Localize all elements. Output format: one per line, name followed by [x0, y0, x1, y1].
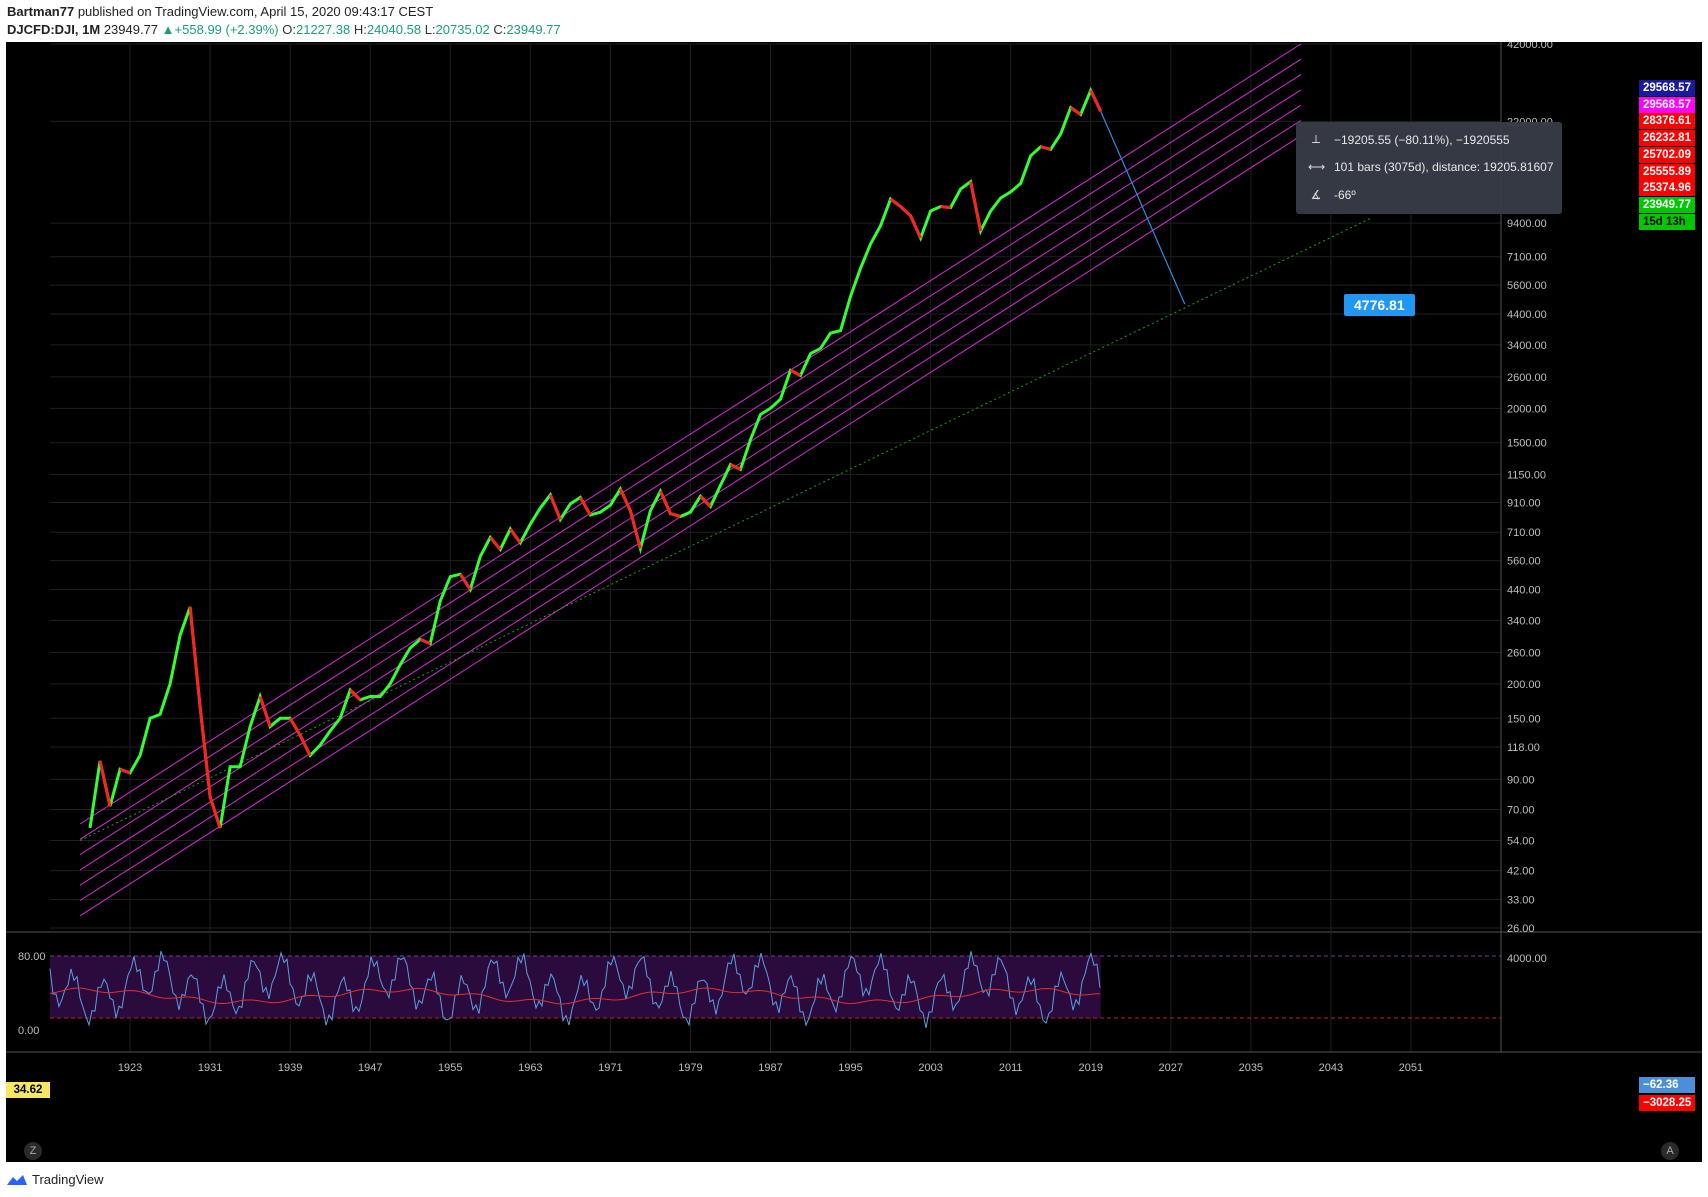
x-tick-label: 1979	[678, 1062, 702, 1074]
auto-scale-button[interactable]: A	[1661, 1142, 1679, 1160]
oscillator-tick-label: 0.00	[18, 1025, 39, 1037]
y-tick-label: 560.00	[1507, 556, 1541, 568]
publish-info: Bartman77 published on TradingView.com, …	[7, 4, 433, 19]
price-change: +558.99 (+2.39%)	[174, 22, 279, 37]
last-price: 23949.77	[103, 22, 159, 37]
oscillator-tick-label: 4000.00	[1507, 953, 1547, 965]
y-tick-label: 118.00	[1507, 742, 1540, 754]
x-tick-label: 1955	[438, 1062, 462, 1074]
decline-segment	[940, 205, 951, 210]
x-tick-label: 2027	[1159, 1062, 1183, 1074]
price-label: 25374.96	[1639, 180, 1695, 197]
x-tick-label: 2043	[1319, 1062, 1343, 1074]
oscillator-band	[50, 956, 1101, 1018]
x-tick-label: 1995	[838, 1062, 862, 1074]
symbol-name: DJCFD:DJI, 1M	[7, 22, 101, 37]
target-price-badge: 4776.81	[1344, 294, 1415, 316]
low-label: L:	[424, 22, 436, 37]
y-tick-label: 54.00	[1507, 836, 1535, 848]
price-label: 25702.09	[1639, 146, 1695, 163]
high-value: 24040.58	[366, 22, 422, 37]
price-label: 15d 13h	[1639, 213, 1695, 230]
oscillator-right-label-2: −3028.25	[1639, 1095, 1695, 1111]
close-label: C:	[493, 22, 507, 37]
brand-name: TradingView	[32, 1172, 104, 1187]
price-label: 26232.81	[1639, 130, 1695, 147]
published-text: published on TradingView.com, April 15, …	[77, 4, 434, 19]
x-tick-label: 2035	[1239, 1062, 1263, 1074]
y-tick-label: 42000.00	[1507, 42, 1553, 51]
y-tick-label: 5600.00	[1507, 280, 1547, 292]
zoom-reset-button[interactable]: Z	[24, 1142, 42, 1160]
angle-icon: ∡	[1310, 188, 1322, 202]
symbol-info: DJCFD:DJI, 1M 23949.77 ▲+558.99 (+2.39%)…	[7, 22, 561, 37]
price-label: 28376.61	[1639, 113, 1695, 130]
y-tick-label: 90.00	[1507, 774, 1535, 786]
y-tick-label: 70.00	[1507, 804, 1535, 816]
price-range-text: −19205.55 (−80.11%), −1920555	[1334, 132, 1510, 147]
y-tick-label: 340.00	[1507, 615, 1541, 627]
price-label: 25555.89	[1639, 163, 1695, 180]
x-tick-label: 1963	[518, 1062, 542, 1074]
tradingview-logo-icon	[7, 1174, 27, 1185]
bars-range-icon: ⟷	[1308, 160, 1326, 174]
y-tick-label: 200.00	[1507, 679, 1541, 691]
price-label: 23949.77	[1639, 196, 1695, 213]
y-tick-label: 710.00	[1507, 527, 1541, 539]
x-tick-label: 1931	[198, 1062, 222, 1074]
y-tick-label: 26.00	[1507, 923, 1535, 935]
y-tick-label: 1150.00	[1507, 470, 1546, 482]
x-tick-label: 2011	[999, 1062, 1023, 1074]
x-tick-label: 1947	[358, 1062, 382, 1074]
x-tick-label: 1971	[598, 1062, 622, 1074]
y-tick-label: 1500.00	[1507, 438, 1547, 450]
x-tick-label: 2019	[1078, 1062, 1102, 1074]
low-value: 20735.02	[435, 22, 490, 37]
y-tick-label: 33.00	[1507, 894, 1535, 906]
bars-range-text: 101 bars (3075d), distance: 19205.81607	[1334, 160, 1554, 174]
x-tick-label: 2003	[918, 1062, 942, 1074]
oscillator-left-label: 34.62	[6, 1082, 50, 1098]
open-label: O:	[282, 22, 296, 37]
y-tick-label: 7100.00	[1507, 252, 1547, 264]
high-label: H:	[353, 22, 367, 37]
open-value: 21227.38	[295, 22, 351, 37]
oscillator-right-label-1: −62.36	[1639, 1077, 1695, 1093]
y-tick-label: 2000.00	[1507, 403, 1547, 415]
y-tick-label: 4400.00	[1507, 309, 1547, 321]
close-value: 23949.77	[506, 22, 561, 37]
x-tick-label: 2051	[1399, 1062, 1423, 1074]
price-label: 29568.57	[1639, 80, 1695, 96]
x-tick-label: 1923	[118, 1062, 142, 1074]
y-tick-label: 260.00	[1507, 647, 1541, 659]
y-tick-label: 910.00	[1507, 498, 1541, 510]
y-tick-label: 440.00	[1507, 585, 1541, 597]
angle-text: -66º	[1334, 188, 1356, 202]
up-arrow-icon: ▲	[161, 22, 175, 37]
y-tick-label: 150.00	[1507, 713, 1541, 725]
price-label: 29568.57	[1639, 96, 1695, 113]
publisher-name: Bartman77	[7, 4, 75, 19]
price-range-icon: ⟂	[1311, 132, 1320, 146]
measure-tooltip: ⟂ −19205.55 (−80.11%), −1920555 ⟷ 101 ba…	[1296, 122, 1562, 214]
x-tick-label: 1939	[278, 1062, 302, 1074]
x-tick-label: 1987	[758, 1062, 782, 1074]
y-tick-label: 9400.00	[1507, 218, 1547, 230]
footer-brand: TradingView	[6, 1172, 104, 1187]
y-tick-label: 42.00	[1507, 866, 1535, 878]
y-tick-label: 2600.00	[1507, 372, 1547, 384]
y-tick-label: 3400.00	[1507, 340, 1547, 352]
oscillator-tick-label: 80.00	[18, 951, 46, 963]
